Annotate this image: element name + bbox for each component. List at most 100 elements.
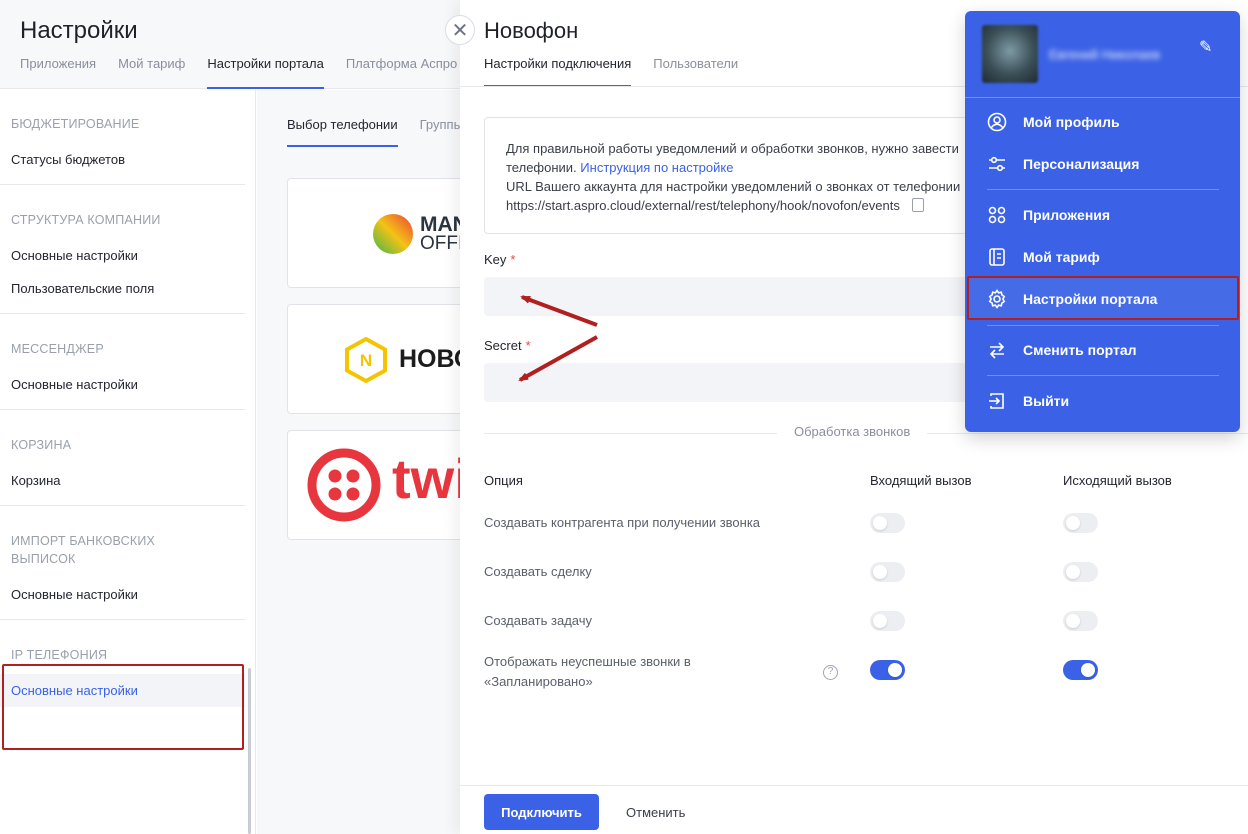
menu-divider xyxy=(965,97,1240,98)
menu-item-label: Сменить портал xyxy=(1023,342,1137,358)
menu-item-my-profile[interactable]: Мой профиль xyxy=(965,104,1240,140)
webhook-url: https://start.aspro.cloud/external/rest/… xyxy=(506,198,900,213)
option-label: Создавать сделку xyxy=(484,564,592,579)
sliders-icon xyxy=(987,154,1007,174)
incoming-create-counterparty-toggle[interactable] xyxy=(870,513,905,533)
sidebar-item-cart[interactable]: Корзина xyxy=(0,464,245,497)
cancel-button[interactable]: Отменить xyxy=(612,794,699,830)
panel-title: Новофон xyxy=(484,18,579,43)
twilio-logo-icon xyxy=(307,448,381,522)
tab-connection-settings[interactable]: Настройки подключения xyxy=(484,56,632,87)
user-name: Евгений Николаев xyxy=(1049,47,1160,62)
page-title: Настройки xyxy=(20,17,138,44)
menu-item-label: Настройки портала xyxy=(1023,291,1158,307)
gear-icon xyxy=(987,289,1007,309)
required-mark: * xyxy=(525,338,531,353)
tab-choose-telephony[interactable]: Выбор телефонии xyxy=(287,117,398,147)
menu-item-label: Мой тариф xyxy=(1023,249,1100,265)
tab-apps[interactable]: Приложения xyxy=(20,56,96,89)
tab-aspro-platform[interactable]: Платформа Аспро xyxy=(346,56,457,89)
tab-users[interactable]: Пользователи xyxy=(653,56,738,87)
menu-item-label: Выйти xyxy=(1023,393,1070,409)
profile-menu: Евгений Николаев ✎ Мой профиль Персонали… xyxy=(965,11,1240,432)
tab-groups[interactable]: Группы xyxy=(420,117,463,147)
swap-arrows-icon xyxy=(987,340,1007,360)
sidebar-item-custom-fields[interactable]: Пользовательские поля xyxy=(0,272,245,305)
outgoing-column-header: Исходящий вызов xyxy=(1063,473,1172,488)
svg-text:N: N xyxy=(360,351,372,370)
close-icon[interactable]: ✕ xyxy=(445,15,475,45)
provider-card-twilio[interactable]: twilio xyxy=(287,430,477,540)
provider-card-novofon[interactable]: N НОВОФОН xyxy=(287,304,477,414)
key-input[interactable] xyxy=(484,277,1004,316)
menu-item-logout[interactable]: Выйти xyxy=(965,383,1240,419)
incoming-show-failed-toggle[interactable] xyxy=(870,660,905,680)
tab-tariff[interactable]: Мой тариф xyxy=(118,56,185,89)
sidebar-scrollbar[interactable] xyxy=(248,668,251,834)
menu-item-apps[interactable]: Приложения xyxy=(965,197,1240,233)
settings-sidebar: БЮДЖЕТИРОВАНИЕ Статусы бюджетов СТРУКТУР… xyxy=(0,90,256,834)
help-icon[interactable]: ? xyxy=(823,665,838,680)
connect-button[interactable]: Подключить xyxy=(484,794,599,830)
sidebar-heading: ИМПОРТ БАНКОВСКИХ ВЫПИСОК xyxy=(11,534,156,566)
menu-item-portal-settings[interactable]: Настройки портала xyxy=(965,281,1240,317)
outgoing-create-counterparty-toggle[interactable] xyxy=(1063,513,1098,533)
apps-grid-icon xyxy=(987,205,1007,225)
menu-item-personalization[interactable]: Персонализация xyxy=(965,146,1240,182)
sidebar-item-structure-main[interactable]: Основные настройки xyxy=(0,239,245,272)
secret-label-text: Secret xyxy=(484,338,522,353)
panel-tabs: Настройки подключения Пользователи xyxy=(484,56,738,87)
menu-divider xyxy=(987,375,1219,376)
edit-pencil-icon[interactable]: ✎ xyxy=(1199,37,1212,57)
outgoing-create-deal-toggle[interactable] xyxy=(1063,562,1098,582)
tab-portal-settings[interactable]: Настройки портала xyxy=(207,56,325,89)
secret-input[interactable] xyxy=(484,363,1004,402)
key-label-text: Key xyxy=(484,252,507,267)
outgoing-create-task-toggle[interactable] xyxy=(1063,611,1098,631)
sidebar-section-budget: БЮДЖЕТИРОВАНИЕ Статусы бюджетов xyxy=(0,90,245,185)
menu-divider xyxy=(987,189,1219,190)
sidebar-item-bank-import-main[interactable]: Основные настройки xyxy=(0,578,245,611)
option-label: Создавать контрагента при получении звон… xyxy=(484,515,761,530)
menu-item-label: Приложения xyxy=(1023,207,1111,223)
option-label: Отображать неуспешные звонки в «Запланир… xyxy=(484,652,804,692)
menu-divider xyxy=(987,325,1219,326)
settings-tabs: Приложения Мой тариф Настройки портала П… xyxy=(20,56,457,89)
sidebar-heading: БЮДЖЕТИРОВАНИЕ xyxy=(11,117,140,131)
tariff-icon xyxy=(987,247,1007,267)
sidebar-section-bank-import: ИМПОРТ БАНКОВСКИХ ВЫПИСОК Основные настр… xyxy=(0,506,245,620)
option-label-line: «Запланировано» xyxy=(484,674,593,689)
menu-item-switch-portal[interactable]: Сменить портал xyxy=(965,332,1240,368)
telephony-content: Выбор телефонии Группы MANGO OFFICE N НО… xyxy=(257,90,477,834)
provider-card-mango[interactable]: MANGO OFFICE xyxy=(287,178,477,288)
avatar xyxy=(982,25,1038,83)
sidebar-item-budget-statuses[interactable]: Статусы бюджетов xyxy=(0,143,245,176)
telephony-tabs: Выбор телефонии Группы xyxy=(287,117,463,147)
sidebar-heading: МЕССЕНДЖЕР xyxy=(11,342,104,356)
logout-icon xyxy=(987,391,1007,411)
setup-instruction-link[interactable]: Инструкция по настройке xyxy=(580,160,733,175)
info-text: телефонии. xyxy=(506,160,577,175)
incoming-column-header: Входящий вызов xyxy=(870,473,972,488)
sidebar-section-structure: СТРУКТУРА КОМПАНИИ Основные настройки По… xyxy=(0,185,245,314)
secret-label: Secret * xyxy=(484,338,531,353)
sidebar-section-cart: КОРЗИНА Корзина xyxy=(0,410,245,506)
incoming-create-task-toggle[interactable] xyxy=(870,611,905,631)
outgoing-show-failed-toggle[interactable] xyxy=(1063,660,1098,680)
panel-footer: Подключить Отменить xyxy=(460,785,1248,834)
key-label: Key * xyxy=(484,252,515,267)
required-mark: * xyxy=(510,252,516,267)
mango-logo-icon xyxy=(373,214,413,254)
menu-item-tariff[interactable]: Мой тариф xyxy=(965,239,1240,275)
user-circle-icon xyxy=(987,112,1007,132)
incoming-create-deal-toggle[interactable] xyxy=(870,562,905,582)
sidebar-item-messenger-main[interactable]: Основные настройки xyxy=(0,368,245,401)
copy-icon[interactable] xyxy=(911,198,924,212)
call-processing-title: Обработка звонков xyxy=(777,424,928,439)
option-column-header: Опция xyxy=(484,473,523,488)
option-label: Создавать задачу xyxy=(484,613,592,628)
novofon-logo-icon: N xyxy=(345,337,387,383)
annotation-highlight-box xyxy=(2,664,244,750)
settings-header: Настройки Приложения Мой тариф Настройки… xyxy=(0,0,470,89)
menu-item-label: Мой профиль xyxy=(1023,114,1120,130)
